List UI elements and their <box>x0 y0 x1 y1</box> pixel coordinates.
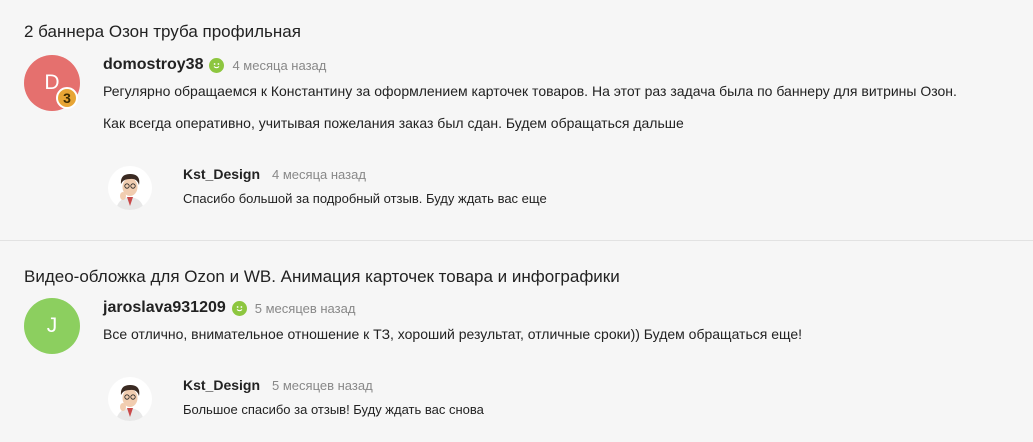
review-text-line: Как всегда оперативно, учитывая пожелани… <box>103 115 684 131</box>
reply-username[interactable]: Kst_Design <box>183 377 260 393</box>
username[interactable]: domostroy38 <box>103 56 203 74</box>
review-title[interactable]: 2 баннера Озон труба профильная <box>24 22 301 42</box>
smile-icon <box>209 57 225 73</box>
review-text-line: Регулярно обращаемся к Константину за оф… <box>103 83 957 99</box>
reply-avatar[interactable] <box>108 166 152 210</box>
smile-icon <box>231 300 247 316</box>
avatar-initial: J <box>46 314 58 337</box>
level-badge-number: 3 <box>63 90 71 106</box>
reply-avatar[interactable] <box>108 377 152 421</box>
review-header: domostroy38 4 месяца назад <box>103 54 326 76</box>
designer-portrait-icon <box>116 174 144 210</box>
level-badge: 3 <box>56 87 78 109</box>
username[interactable]: jaroslava931209 <box>103 299 226 317</box>
review-text-line: Все отлично, внимательное отношение к ТЗ… <box>103 326 803 342</box>
reply-time: 5 месяцев назад <box>272 377 373 393</box>
reply-username[interactable]: Kst_Design <box>183 166 260 182</box>
reply-header: Kst_Design 4 месяца назад <box>183 164 366 184</box>
designer-portrait-icon <box>116 385 144 421</box>
reply-text: Спасибо большой за подробный отзыв. Буду… <box>183 191 547 206</box>
avatar[interactable]: J <box>24 298 80 354</box>
reply-time: 4 месяца назад <box>272 166 366 182</box>
review-time: 4 месяца назад <box>232 57 327 73</box>
reply-text: Большое спасибо за отзыв! Буду ждать вас… <box>183 402 484 417</box>
divider <box>0 240 1033 241</box>
review-header: jaroslava931209 5 месяцев назад <box>103 297 355 319</box>
review-title[interactable]: Видео-обложка для Ozon и WB. Анимация ка… <box>24 267 620 287</box>
reply-header: Kst_Design 5 месяцев назад <box>183 375 373 395</box>
review-time: 5 месяцев назад <box>254 300 356 316</box>
